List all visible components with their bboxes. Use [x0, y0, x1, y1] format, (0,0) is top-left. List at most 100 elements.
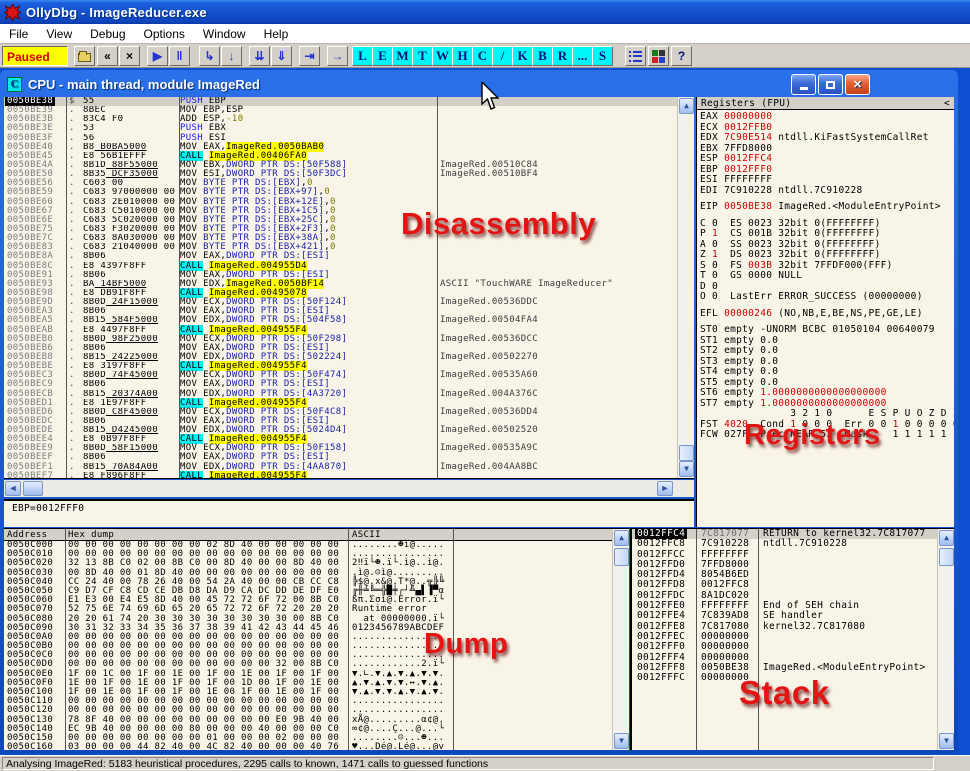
disasm-row[interactable]: 0050BE93.BA 14BF5000MOV EDX,ImageRed.005…	[4, 280, 694, 289]
menu-item-help[interactable]: Help	[255, 25, 298, 43]
scroll-down-arrow[interactable]: ▼	[679, 461, 694, 477]
disasm-row[interactable]: 0050BE56.C603 00MOV BYTE PTR DS:[EBX],0	[4, 179, 694, 188]
close-program-button[interactable]: ×	[119, 46, 140, 66]
register-line[interactable]: EDI 7C910228 ntdll.7C910228	[700, 186, 951, 197]
disasm-row[interactable]: 0050BEDE.8B15 D4245000MOV EDX,DWORD PTR …	[4, 426, 694, 435]
dump-pane[interactable]: Address Hex dump ASCII 0050C00000 00 00 …	[4, 528, 629, 750]
disasm-row[interactable]: 0050BE9D.8B0D 24F15000MOV ECX,DWORD PTR …	[4, 298, 694, 307]
dump-vscrollbar[interactable]: ▲ ▼	[612, 529, 629, 750]
disasm-row[interactable]: 0050BE3B.83C4 F0ADD ESP,-10	[4, 115, 694, 124]
disasm-row[interactable]: 0050BEBE.E8 3197F8FFCALL ImageRed.004955…	[4, 362, 694, 371]
disasm-row[interactable]: 0050BEB0.8B0D 98F25000MOV ECX,DWORD PTR …	[4, 335, 694, 344]
open-file-button[interactable]	[74, 46, 95, 66]
disasm-row[interactable]: 0050BEC9.8B06MOV EAX,DWORD PTR DS:[ESI]	[4, 380, 694, 389]
step-over-button[interactable]: ↓	[221, 46, 242, 66]
disasm-row[interactable]: 0050BEE9.8B0D 58F15000MOV ECX,DWORD PTR …	[4, 444, 694, 453]
toolbar-letter-t[interactable]: T	[412, 46, 433, 66]
disasm-row[interactable]: 0050BE4A.8B1D 88F55000MOV EBX,DWORD PTR …	[4, 161, 694, 170]
disasm-row[interactable]: 0050BEB6.8B06MOV EAX,DWORD PTR DS:[ESI]	[4, 344, 694, 353]
scroll-thumb[interactable]	[679, 445, 694, 461]
toolbar-letter-w[interactable]: W	[432, 46, 453, 66]
restart-button[interactable]: «	[97, 46, 118, 66]
disasm-row[interactable]: 0050BE39.8BECMOV EBP,ESP	[4, 106, 694, 115]
toolbar-letter-h[interactable]: H	[452, 46, 473, 66]
stack-vscrollbar[interactable]: ▲ ▼	[937, 529, 954, 750]
registers-header[interactable]: Registers (FPU) <	[697, 97, 954, 110]
register-line[interactable]: O 0 LastErr ERROR_SUCCESS (00000000)	[700, 292, 951, 303]
info-pane[interactable]: EBP=0012FFF0	[4, 499, 694, 527]
scroll-right-arrow[interactable]: ►	[657, 481, 673, 496]
scroll-up-arrow[interactable]: ▲	[679, 98, 694, 114]
menu-item-view[interactable]: View	[37, 25, 81, 43]
disasm-row[interactable]: 0050BEF1.8B15 70A84A00MOV EDX,DWORD PTR …	[4, 463, 694, 472]
stack-pane[interactable]: 0012FFC47C817077RETURN to kernel32.7C817…	[630, 528, 954, 750]
toolbar-letter-m[interactable]: M	[392, 46, 413, 66]
scroll-thumb[interactable]	[614, 548, 629, 566]
disasm-row[interactable]: 0050BE83.C683 21040000 00MOV BYTE PTR DS…	[4, 243, 694, 252]
register-line[interactable]: EFL 00000246 (NO,NB,E,BE,NS,PE,GE,LE)	[700, 309, 951, 320]
toolbar-letter-l[interactable]: L	[352, 46, 373, 66]
cpu-window-titlebar[interactable]: C CPU - main thread, module ImageRed ✕	[2, 72, 956, 96]
appearance-button[interactable]	[648, 46, 669, 66]
disassembly-pane[interactable]: 0050BE38$55PUSH EBP0050BE39.8BECMOV EBP,…	[4, 97, 694, 479]
window-titlebar[interactable]: OllyDbg - ImageReducer.exe	[0, 0, 970, 24]
disasm-row[interactable]: 0050BEA5.8B15 584F5000MOV EDX,DWORD PTR …	[4, 316, 694, 325]
disasm-row[interactable]: 0050BE3E.53PUSH EBX	[4, 124, 694, 133]
toolbar-letter-e[interactable]: E	[372, 46, 393, 66]
animate-over-button[interactable]: ⇓	[271, 46, 292, 66]
disasm-row[interactable]: 0050BE40.B8 B0BA5000MOV EAX,ImageRed.005…	[4, 143, 694, 152]
disasm-row[interactable]: 0050BEEF.8B06MOV EAX,DWORD PTR DS:[ESI]	[4, 453, 694, 462]
dump-row[interactable]: 0050C16003 00 00 00 44 82 40 00 4C 82 40…	[4, 743, 629, 750]
close-button[interactable]: ✕	[845, 74, 870, 95]
disasm-row[interactable]: 0050BEF7.E8 F896F8FFCALL ImageRed.004955…	[4, 472, 694, 479]
menu-item-file[interactable]: File	[0, 25, 37, 43]
execute-till-return-button[interactable]: ⇥	[299, 46, 320, 66]
menu-item-debug[interactable]: Debug	[81, 25, 134, 43]
disassembly-hscrollbar[interactable]: ◄ ►	[4, 480, 694, 497]
scroll-left-arrow[interactable]: ◄	[5, 481, 21, 496]
disasm-row[interactable]: 0050BE45.E8 56B1EFFFCALL ImageRed.00406F…	[4, 152, 694, 161]
toolbar-letter-r[interactable]: R	[552, 46, 573, 66]
go-to-address-button[interactable]: →	[327, 46, 348, 66]
disasm-row[interactable]: 0050BEC3.8B0D 74F45000MOV ECX,DWORD PTR …	[4, 371, 694, 380]
registers-pane[interactable]: Registers (FPU) < EAX 00000000ECX 0012FF…	[696, 97, 954, 527]
disasm-row[interactable]: 0050BEDC.8B06MOV EAX,DWORD PTR DS:[ESI]	[4, 417, 694, 426]
toolbar-letter-c[interactable]: C	[472, 46, 493, 66]
pause-button[interactable]: ‖	[169, 46, 190, 66]
disasm-row[interactable]: 0050BEA3.8B06MOV EAX,DWORD PTR DS:[ESI]	[4, 307, 694, 316]
menu-item-options[interactable]: Options	[135, 25, 194, 43]
scroll-down-arrow[interactable]: ▼	[939, 733, 954, 749]
minimize-button[interactable]	[791, 74, 816, 95]
toolbar-letter-s[interactable]: S	[592, 46, 613, 66]
maximize-button[interactable]	[818, 74, 843, 95]
toolbar-letter-k[interactable]: K	[512, 46, 533, 66]
disasm-row[interactable]: 0050BE50.8B35 DCF35000MOV ESI,DWORD PTR …	[4, 170, 694, 179]
disasm-row[interactable]: 0050BE8C.E8 4397F8FFCALL ImageRed.004955…	[4, 262, 694, 271]
disasm-row[interactable]: 0050BEAB.E8 4497F8FFCALL ImageRed.004955…	[4, 326, 694, 335]
disasm-row[interactable]: 0050BED6.8B0D C8F45000MOV ECX,DWORD PTR …	[4, 408, 694, 417]
toolbar-letter-b[interactable]: B	[532, 46, 553, 66]
scroll-up-arrow[interactable]: ▲	[939, 530, 954, 546]
register-line[interactable]: EIP 0050BE38 ImageRed.<ModuleEntryPoint>	[700, 202, 951, 213]
disasm-row[interactable]: 0050BE8A.8B06MOV EAX,DWORD PTR DS:[ESI]	[4, 252, 694, 261]
register-line[interactable]: T 0 GS 0000 NULL	[700, 271, 951, 282]
disasm-row[interactable]: 0050BEB8.8B15 24225000MOV EDX,DWORD PTR …	[4, 353, 694, 362]
view-list-button[interactable]	[625, 46, 646, 66]
disasm-row[interactable]: 0050BE98.E8 DB91F8FFCALL ImageRed.004950…	[4, 289, 694, 298]
collapse-icon[interactable]: <	[944, 98, 950, 108]
run-button[interactable]: ▶	[147, 46, 168, 66]
disasm-row[interactable]: 0050BEE4.E8 0B97F8FFCALL ImageRed.004955…	[4, 435, 694, 444]
disasm-row[interactable]: 0050BE3F.56PUSH ESI	[4, 134, 694, 143]
scroll-down-arrow[interactable]: ▼	[614, 733, 629, 749]
menu-item-window[interactable]: Window	[194, 25, 255, 43]
scroll-thumb[interactable]	[939, 548, 954, 566]
disassembly-vscrollbar[interactable]: ▲ ▼	[677, 97, 694, 478]
animate-into-button[interactable]: ⇊	[249, 46, 270, 66]
disasm-row[interactable]: 0050BED1.E8 1E97F8FFCALL ImageRed.004955…	[4, 399, 694, 408]
help-button[interactable]: ?	[671, 46, 692, 66]
step-into-button[interactable]: ↳	[199, 46, 220, 66]
disasm-row[interactable]: 0050BE38$55PUSH EBP	[4, 97, 694, 106]
disasm-row[interactable]: 0050BE59.C683 97000000 00MOV BYTE PTR DS…	[4, 188, 694, 197]
scroll-up-arrow[interactable]: ▲	[614, 530, 629, 546]
scroll-thumb[interactable]	[23, 481, 43, 496]
